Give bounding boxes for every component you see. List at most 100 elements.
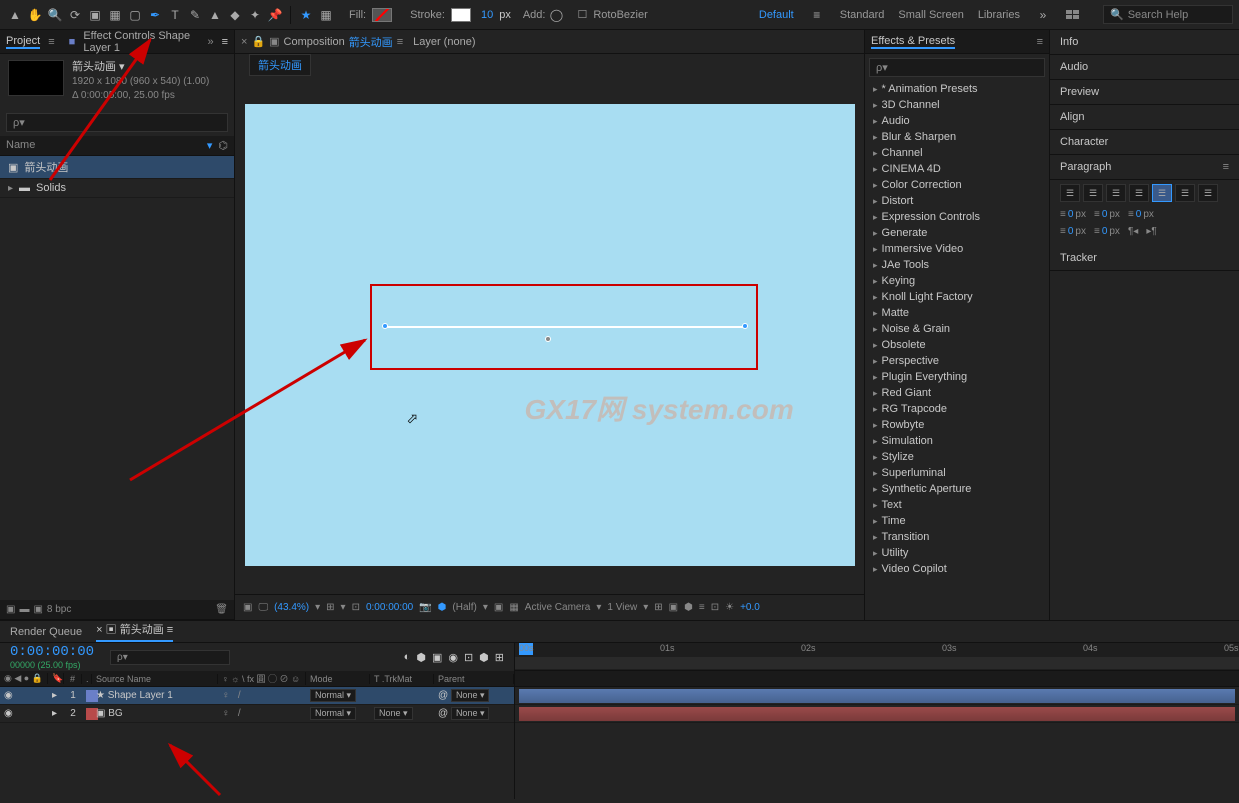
space-before[interactable]: ≡0 px [1060, 226, 1086, 237]
mode-dropdown[interactable]: Normal ▾ [310, 707, 356, 720]
effects-category[interactable]: Time [865, 513, 1049, 529]
zoom-level[interactable]: (43.4%) [274, 602, 309, 613]
parent-dropdown[interactable]: None ▾ [451, 707, 490, 720]
effects-category[interactable]: Expression Controls [865, 209, 1049, 225]
effect-controls-tab[interactable]: Effect Controls Shape Layer 1 [83, 30, 199, 54]
eye-icon[interactable]: ◉ [4, 708, 13, 719]
draft3d-icon[interactable]: ⬢ [416, 651, 426, 664]
search-help[interactable]: 🔍 Search Help [1103, 5, 1233, 24]
indent-left[interactable]: ≡0 px [1060, 209, 1086, 220]
pickwhip-icon[interactable]: @ [438, 690, 448, 701]
transparency-icon[interactable]: ▦ [509, 602, 518, 613]
workspace-default[interactable]: Default [759, 9, 794, 21]
panel-menu-icon[interactable]: ≡ [1037, 36, 1043, 48]
channel-icon[interactable]: ⬢ [438, 602, 447, 613]
effects-category[interactable]: Distort [865, 193, 1049, 209]
layer-switches-icon[interactable]: ⊞ [495, 651, 504, 664]
effects-category[interactable]: Perspective [865, 353, 1049, 369]
workspace-libraries[interactable]: Libraries [978, 9, 1020, 21]
tracker-panel[interactable]: Tracker [1060, 252, 1097, 264]
info-panel[interactable]: Info [1060, 36, 1078, 48]
new-folder-icon[interactable]: ▬ [19, 604, 29, 615]
monitor-icon[interactable]: 🖵 [258, 602, 268, 613]
trash-icon[interactable]: 🗑 [215, 604, 228, 615]
exposure-value[interactable]: +0.0 [740, 602, 760, 613]
project-item-comp[interactable]: ▣ 箭头动画 [0, 156, 234, 179]
workspace-small-screen[interactable]: Small Screen [898, 9, 963, 21]
brain-icon[interactable]: ⬢ [479, 651, 489, 664]
stroke-swatch[interactable] [451, 8, 471, 22]
effects-search[interactable]: ρ▾ [869, 58, 1045, 77]
panel-more-icon[interactable]: » [207, 36, 213, 48]
effects-category[interactable]: JAe Tools [865, 257, 1049, 273]
workspace-more-icon[interactable]: » [1034, 6, 1052, 24]
roto-brush-tool[interactable]: ✦ [246, 6, 264, 24]
effects-category[interactable]: Rowbyte [865, 417, 1049, 433]
timeline-track[interactable] [515, 687, 1239, 705]
effects-category[interactable]: * Animation Presets [865, 81, 1049, 97]
timeline-search[interactable]: ρ▾ [110, 650, 230, 665]
effects-category[interactable]: Video Copilot [865, 561, 1049, 577]
sort-arrow-icon[interactable]: ▾ [207, 139, 213, 152]
rotobezier-checkbox[interactable]: RotoBezier [593, 9, 647, 21]
align-panel[interactable]: Align [1060, 111, 1084, 123]
preview-panel[interactable]: Preview [1060, 86, 1099, 98]
panel-menu-icon[interactable]: ≡ [1223, 161, 1229, 173]
timeline-ruler[interactable]: 00s01s02s03s04s05s [515, 643, 1239, 671]
res-icon[interactable]: ⊞ [326, 602, 334, 613]
project-item-folder[interactable]: ▸ ▬ Solids [0, 179, 234, 198]
hand-tool[interactable]: ✋ [26, 6, 44, 24]
comp-thumbnail[interactable] [8, 60, 64, 96]
timeline-track[interactable] [515, 705, 1239, 723]
justify-last-center-button[interactable]: ☰ [1152, 184, 1172, 202]
mode-dropdown[interactable]: Normal ▾ [310, 689, 356, 702]
fill-swatch[interactable] [372, 8, 392, 22]
justify-last-left-button[interactable]: ☰ [1129, 184, 1149, 202]
layer-bar[interactable] [519, 689, 1235, 703]
current-timecode[interactable]: 0:00:00:00 [10, 644, 94, 660]
effects-category[interactable]: Transition [865, 529, 1049, 545]
effects-category[interactable]: Utility [865, 545, 1049, 561]
selection-tool[interactable]: ▲ [6, 6, 24, 24]
shy-icon[interactable]: ◐ [404, 651, 411, 664]
effects-presets-tab[interactable]: Effects & Presets [871, 35, 955, 49]
alpha-icon[interactable]: ▣ [243, 602, 252, 613]
indent-right[interactable]: ≡0 px [1128, 209, 1154, 220]
rectangle-tool[interactable]: ▢ [126, 6, 144, 24]
effects-category[interactable]: Text [865, 497, 1049, 513]
effects-category[interactable]: Simulation [865, 433, 1049, 449]
view-icon[interactable]: ⊞ [654, 602, 662, 613]
project-tab[interactable]: Project [6, 35, 40, 49]
timeline-layer-row[interactable]: ◉▸1★ Shape Layer 1♀ /Normal ▾@ None ▾ [0, 687, 514, 705]
tree-icon[interactable]: ⌬ [218, 139, 228, 152]
motion-blur-icon[interactable]: ◉ [448, 651, 458, 664]
workspace-standard[interactable]: Standard [840, 9, 885, 21]
effects-category[interactable]: Stylize [865, 449, 1049, 465]
comp-breadcrumb[interactable]: 箭头动画 [249, 54, 311, 76]
roi-icon[interactable]: ▣ [494, 602, 503, 613]
workspace-grid-icon[interactable] [1066, 10, 1079, 19]
flowchart-icon[interactable]: ⊡ [711, 602, 719, 613]
fast-preview-icon[interactable]: ⬢ [684, 602, 693, 613]
effects-category[interactable]: Matte [865, 305, 1049, 321]
timeline-layer-row[interactable]: ◉▸2▣ BG♀ /Normal ▾None ▾@ None ▾ [0, 705, 514, 723]
pen-tool[interactable]: ✒ [146, 6, 164, 24]
brush-tool[interactable]: ✎ [186, 6, 204, 24]
canvas[interactable]: ⬀ GX17网 system.com [245, 104, 855, 566]
effects-category[interactable]: Obsolete [865, 337, 1049, 353]
timeline-icon[interactable]: ≡ [699, 602, 705, 613]
star-icon[interactable]: ★ [297, 6, 315, 24]
clone-stamp-tool[interactable]: ▲ [206, 6, 224, 24]
justify-last-right-button[interactable]: ☰ [1175, 184, 1195, 202]
effects-category[interactable]: Blur & Sharpen [865, 129, 1049, 145]
type-tool[interactable]: T [166, 6, 184, 24]
graph-editor-icon[interactable]: ⊡ [464, 651, 473, 664]
trkmat-dropdown[interactable]: None ▾ [374, 707, 413, 720]
effects-category[interactable]: Noise & Grain [865, 321, 1049, 337]
panel-menu-icon[interactable]: ≡ [222, 36, 228, 48]
anchor-point-icon[interactable] [545, 336, 551, 342]
view-dropdown[interactable]: 1 View [607, 602, 637, 613]
shape-icon[interactable]: ▦ [317, 6, 335, 24]
camera-dropdown[interactable]: Active Camera [525, 602, 591, 613]
res-dropdown[interactable]: (Half) [452, 602, 476, 613]
